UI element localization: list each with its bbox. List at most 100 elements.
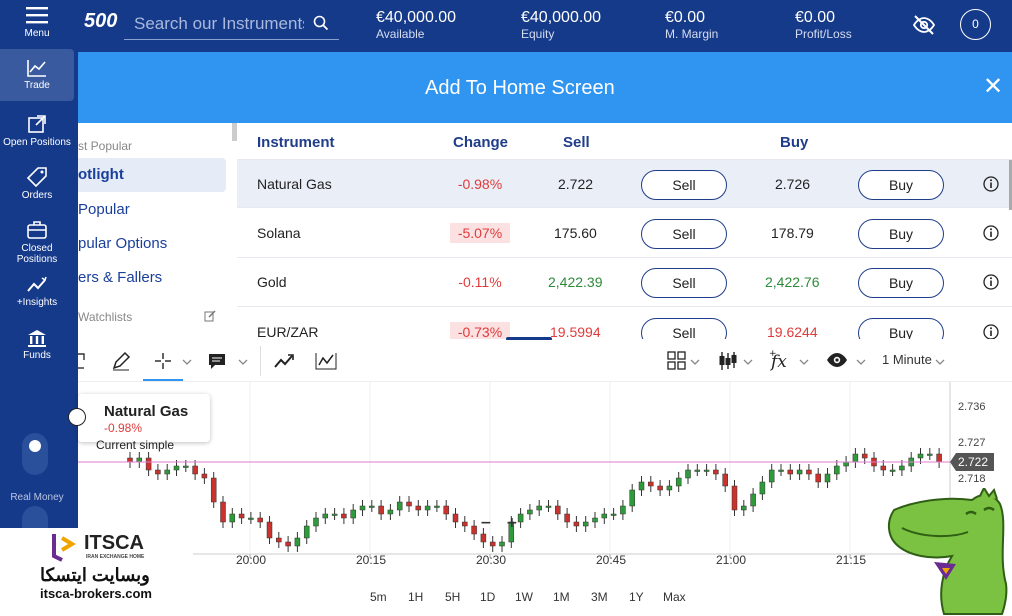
search-icon[interactable] [313, 15, 329, 31]
candle-body [536, 505, 542, 511]
instrument-table: Instrument Change Sell Buy Natural Gas -… [237, 123, 1012, 339]
instrument-search[interactable] [124, 10, 339, 40]
indicator-icon[interactable] [315, 350, 337, 372]
fullscreen-icon[interactable] [78, 352, 86, 370]
sidebar-item-menu[interactable]: Menu [0, 4, 74, 39]
range-selector: 5m 1H 5H 1D 1W 1M 3M 1Y Max [78, 580, 1012, 610]
candle-body [573, 521, 580, 527]
sidebar-item-funds[interactable]: Funds [0, 328, 74, 361]
table-row[interactable]: EUR/ZAR -0.73% 19.5994 Sell 19.6244 Buy [237, 308, 1012, 339]
tag-icon [26, 167, 47, 188]
buy-button[interactable]: Buy [858, 219, 944, 249]
candle-body [917, 453, 924, 459]
buy-button[interactable]: Buy [858, 268, 944, 298]
trend-icon[interactable] [273, 351, 295, 371]
range-1m[interactable]: 1M [553, 590, 570, 604]
candle-body [266, 521, 273, 539]
chevron-down-icon[interactable] [182, 358, 192, 366]
range-1w[interactable]: 1W [515, 590, 533, 604]
chevron-down-icon[interactable] [935, 358, 945, 366]
comment-icon[interactable] [207, 351, 227, 371]
sidebar-item-orders[interactable]: Orders [0, 166, 74, 201]
candle-body [350, 509, 356, 519]
equity-label: Equity [521, 27, 555, 41]
candle-body [787, 469, 794, 475]
notification-badge[interactable]: 0 [960, 9, 991, 40]
search-input[interactable] [124, 10, 304, 38]
radio-icon[interactable] [68, 408, 86, 426]
candlestick-chart[interactable]: 2.7362.7272.7182.70920:0020:1520:3020:45… [78, 382, 1012, 572]
range-1h[interactable]: 1H [408, 590, 423, 604]
sidebar-item-insights[interactable]: +Insights [0, 275, 74, 308]
buy-button[interactable]: Buy [858, 170, 944, 200]
candle-body [192, 465, 198, 475]
svg-text:+: + [769, 349, 777, 359]
zoom-in-button[interactable]: + [506, 515, 518, 531]
y-tick-label: 2.727 [958, 437, 986, 449]
table-row[interactable]: Solana -5.07% 175.60 Sell 178.79 Buy [237, 209, 1012, 258]
itsca-logo-icon [52, 534, 76, 562]
pencil-icon[interactable] [111, 351, 131, 371]
real-money-toggle[interactable] [22, 506, 48, 528]
chevron-down-icon[interactable] [799, 358, 809, 366]
instrument-popup[interactable]: Natural Gas -0.98% [68, 394, 210, 442]
candle-body [834, 465, 840, 475]
info-icon[interactable] [983, 225, 999, 241]
range-max[interactable]: Max [663, 590, 686, 604]
candle-body [201, 473, 208, 479]
zoom-out-button[interactable]: − [480, 515, 492, 531]
sidebar-item-closed-positions[interactable]: Closed Positions [0, 219, 74, 265]
y-tick-label: 2.736 [958, 401, 986, 413]
crosshair-icon[interactable] [153, 351, 173, 371]
sell-button[interactable]: Sell [641, 318, 727, 339]
candle-body [424, 505, 431, 511]
table-row[interactable]: Natural Gas -0.98% 2.722 Sell 2.726 Buy [237, 159, 1012, 208]
candlestick-icon[interactable] [717, 350, 739, 372]
buy-button[interactable]: Buy [858, 318, 944, 339]
close-icon[interactable]: ✕ [983, 75, 1003, 99]
price-tag-label: 2.722 [958, 455, 988, 469]
range-5h[interactable]: 5H [445, 590, 460, 604]
candle-body [387, 509, 394, 515]
category-popular-options[interactable]: pular Options [78, 235, 167, 252]
itsca-persian: وبسایت ایتسکا [40, 565, 150, 585]
chevron-down-icon[interactable] [238, 358, 248, 366]
sidebar-item-trade[interactable]: Trade [0, 49, 74, 101]
info-icon[interactable] [983, 274, 999, 290]
instrument-name: Solana [257, 225, 301, 241]
edit-icon[interactable] [204, 310, 216, 322]
range-1d[interactable]: 1D [480, 590, 495, 604]
crocodile-mascot [888, 488, 1008, 615]
chevron-down-icon[interactable] [690, 358, 700, 366]
hide-balance-eye-icon[interactable] [912, 13, 936, 37]
chevron-down-icon[interactable] [743, 358, 753, 366]
candle-body [815, 473, 821, 483]
info-icon[interactable] [983, 324, 999, 339]
category-header: st Popular [78, 139, 133, 153]
sell-button[interactable]: Sell [641, 170, 727, 200]
candle-body [415, 505, 422, 511]
category-risers-fallers[interactable]: ers & Fallers [78, 269, 162, 286]
sell-button[interactable]: Sell [641, 219, 727, 249]
eye-icon[interactable] [826, 351, 848, 369]
chevron-down-icon[interactable] [856, 358, 866, 366]
candle-body [843, 461, 849, 467]
price-chart[interactable]: 2.7362.7272.7182.70920:0020:1520:3020:45… [78, 382, 1012, 572]
layout-grid-icon[interactable] [667, 351, 687, 371]
range-5m[interactable]: 5m [370, 590, 387, 604]
theme-toggle[interactable] [22, 433, 48, 475]
candle-body [452, 513, 459, 523]
category-spotlight[interactable]: otlight [78, 158, 226, 192]
sidebar-item-open-positions[interactable]: Open Positions [0, 113, 74, 148]
range-3m[interactable]: 3M [591, 590, 608, 604]
interval-select[interactable]: 1 Minute [882, 352, 932, 367]
info-icon[interactable] [983, 176, 999, 192]
header-sell: Sell [563, 134, 590, 151]
category-popular[interactable]: Popular [78, 201, 130, 218]
table-row[interactable]: Gold -0.11% 2,422.39 Sell 2,422.76 Buy [237, 258, 1012, 307]
function-icon[interactable]: fx+ [768, 348, 790, 372]
sell-button[interactable]: Sell [641, 268, 727, 298]
candle-body [378, 505, 384, 515]
candle-body [796, 469, 803, 475]
range-1y[interactable]: 1Y [629, 590, 644, 604]
